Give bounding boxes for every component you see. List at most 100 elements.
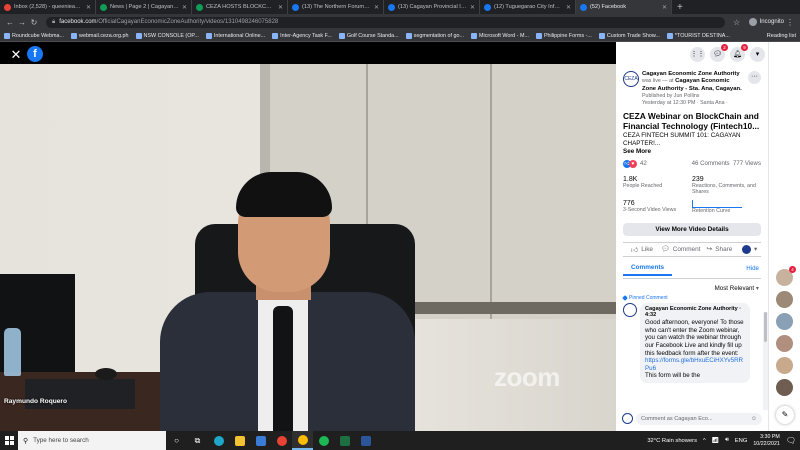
post-as-selector[interactable]: ▾	[738, 244, 761, 254]
comment-sort-dropdown[interactable]: Most Relevant ▾	[623, 277, 761, 295]
browser-tab-strip: Inbox (2,528) - queenieanne.ca...✕ News …	[0, 0, 800, 14]
like-button[interactable]: 👍︎ Like	[623, 245, 661, 254]
notifications-badge: 9	[741, 43, 748, 51]
post-options-button[interactable]: ···	[748, 71, 761, 84]
bookmark-item[interactable]: Golf Course Standa...	[338, 32, 399, 39]
contact-avatar[interactable]	[775, 334, 794, 353]
close-tab-icon[interactable]: ✕	[470, 4, 475, 11]
comment-button[interactable]: 💬︎ Comment	[661, 245, 701, 254]
browser-menu-icon[interactable]: ⋮	[784, 18, 796, 27]
bookmark-item[interactable]: Microsoft Word - M...	[471, 32, 529, 39]
browser-tab-active[interactable]: (52) Facebook ✕	[576, 0, 672, 14]
post-content: CEZA Cagayan Economic Zone Authority was…	[616, 66, 768, 383]
share-button[interactable]: ↪ Share	[700, 245, 738, 254]
new-tab-button[interactable]: +	[672, 2, 688, 13]
bookmark-item[interactable]: NSW CONSOLE (OP...	[135, 32, 199, 39]
page-name-link[interactable]: Cagayan Economic Zone Authority	[642, 71, 740, 77]
post-header: CEZA Cagayan Economic Zone Authority was…	[623, 71, 761, 107]
bookmark-item[interactable]: segmentation of go...	[405, 32, 464, 39]
excel-icon[interactable]	[334, 431, 355, 450]
post-timestamp[interactable]: Yesterday at 12:30 PM · Santa Ana ·	[642, 100, 728, 106]
address-bar-row: ← → ↻ 🔒︎ facebook.com/OfficialCagayanEco…	[0, 14, 800, 30]
close-video-icon[interactable]: ✕	[9, 48, 23, 61]
bookmark-icon	[135, 32, 142, 39]
reading-list-button[interactable]: Reading list	[767, 33, 796, 39]
comment-link[interactable]: https://forms.gle/bHxuECiHXYv5RRPu6	[645, 357, 745, 372]
contact-avatar[interactable]: 4	[775, 266, 796, 287]
reload-icon[interactable]: ↻	[28, 18, 40, 27]
close-tab-icon[interactable]: ✕	[566, 4, 571, 11]
chrome-active-icon[interactable]	[292, 431, 313, 450]
contact-avatar[interactable]	[775, 290, 794, 309]
close-tab-icon[interactable]: ✕	[182, 4, 187, 11]
file-explorer-icon[interactable]	[229, 431, 250, 450]
close-tab-icon[interactable]: ✕	[278, 4, 283, 11]
browser-tab[interactable]: (12) Tuguegarao City Informatio...✕	[480, 0, 576, 14]
facebook-logo-icon[interactable]: f	[27, 46, 43, 62]
post-side-panel: ⋮⋮ 💬︎ 2 🔔︎ 9 ▾ CEZA Cagayan Economic Zone …	[616, 42, 768, 431]
task-view-icon[interactable]: ⧉	[187, 431, 208, 450]
account-button[interactable]: ▾	[750, 46, 765, 62]
language-indicator[interactable]: ENG	[735, 438, 748, 444]
cortana-icon[interactable]: ○	[166, 431, 187, 450]
weather-widget[interactable]: 32°C Rain showers	[647, 438, 697, 444]
see-more-link[interactable]: See More	[623, 148, 761, 155]
volume-icon[interactable]: 🔊︎	[725, 437, 729, 444]
incognito-indicator[interactable]: Incognito	[748, 18, 784, 26]
bookmark-item[interactable]: Philippine Forms -...	[535, 32, 592, 39]
bookmark-item[interactable]: webmail.ceza.org.ph	[71, 32, 129, 39]
contact-avatar[interactable]	[775, 312, 794, 331]
browser-tab[interactable]: (13) The Northern Forum - Caga...✕	[288, 0, 384, 14]
bookmark-item[interactable]: Inter-Agency Task F...	[272, 32, 332, 39]
contact-avatar[interactable]	[775, 378, 794, 397]
new-message-button[interactable]: ✎	[776, 406, 794, 424]
bookmark-item[interactable]: Custom Trade Show...	[598, 32, 660, 39]
composer-avatar	[622, 413, 633, 424]
bookmark-item[interactable]: Roundcube Webma...	[4, 32, 64, 39]
back-icon[interactable]: ←	[4, 18, 16, 27]
menu-grid-button[interactable]: ⋮⋮	[690, 46, 705, 62]
view-more-video-details-button[interactable]: View More Video Details	[623, 222, 761, 236]
taskbar-clock[interactable]: 3:30 PM 10/22/2021	[753, 434, 780, 448]
notifications-button[interactable]: 🔔︎ 9	[730, 43, 748, 62]
browser-tab[interactable]: Inbox (2,528) - queenieanne.ca...✕	[0, 0, 96, 14]
grid-icon: ⋮⋮	[690, 51, 705, 58]
edge-icon[interactable]	[208, 431, 229, 450]
close-tab-icon[interactable]: ✕	[374, 4, 379, 11]
notification-center-icon[interactable]: 🗨︎	[786, 436, 796, 445]
comment-author[interactable]: Cagayan Economic Zone Authority · 4:32	[645, 306, 745, 320]
mail-icon[interactable]	[250, 431, 271, 450]
forward-icon[interactable]: →	[16, 18, 28, 27]
chrome-icon[interactable]	[271, 431, 292, 450]
network-icon[interactable]: 📶︎	[712, 438, 719, 444]
comments-count[interactable]: 46 Comments	[692, 160, 730, 167]
taskbar-search-input[interactable]: ⚲ Type here to search	[18, 431, 166, 450]
contact-avatar[interactable]	[775, 356, 794, 375]
emoji-icon[interactable]: ☺	[751, 416, 757, 422]
comment-author-avatar[interactable]	[623, 302, 637, 317]
word-icon[interactable]	[355, 431, 376, 450]
url-input[interactable]: 🔒︎ facebook.com/OfficialCagayanEconomicZ…	[46, 16, 725, 28]
messenger-icon: 💬︎	[713, 51, 722, 58]
hide-comments-link[interactable]: Hide	[746, 265, 761, 272]
messenger-button[interactable]: 💬︎ 2	[710, 43, 728, 62]
bookmark-item[interactable]: *TOURIST DESTINA...	[666, 32, 730, 39]
close-tab-icon[interactable]: ✕	[662, 4, 667, 11]
browser-tab[interactable]: News | Page 2 | Cagayan Econo...✕	[96, 0, 192, 14]
browser-tab[interactable]: (13) Cagayan Provincial Informa...✕	[384, 0, 480, 14]
stat-reactions: 239 Reactions, Comments, and Shares	[692, 175, 756, 195]
bookmark-icon	[405, 32, 412, 39]
tray-chevron-icon[interactable]: ^	[703, 438, 706, 444]
reaction-count[interactable]: 42	[640, 160, 647, 167]
spotify-icon[interactable]	[313, 431, 334, 450]
bookmark-item[interactable]: International Online...	[205, 32, 265, 39]
page-avatar[interactable]: CEZA	[623, 71, 639, 87]
comment-input[interactable]: Comment as Cagayan Eco... ☺	[636, 412, 762, 425]
scrollbar-thumb[interactable]	[764, 312, 767, 342]
bookmark-icon	[598, 32, 605, 39]
start-button[interactable]	[0, 431, 18, 450]
star-icon[interactable]: ☆	[731, 18, 743, 27]
close-tab-icon[interactable]: ✕	[86, 4, 91, 11]
browser-tab[interactable]: CEZA HOSTS BLOCKCHAIN, FIN...✕	[192, 0, 288, 14]
tab-comments[interactable]: Comments	[623, 261, 673, 276]
